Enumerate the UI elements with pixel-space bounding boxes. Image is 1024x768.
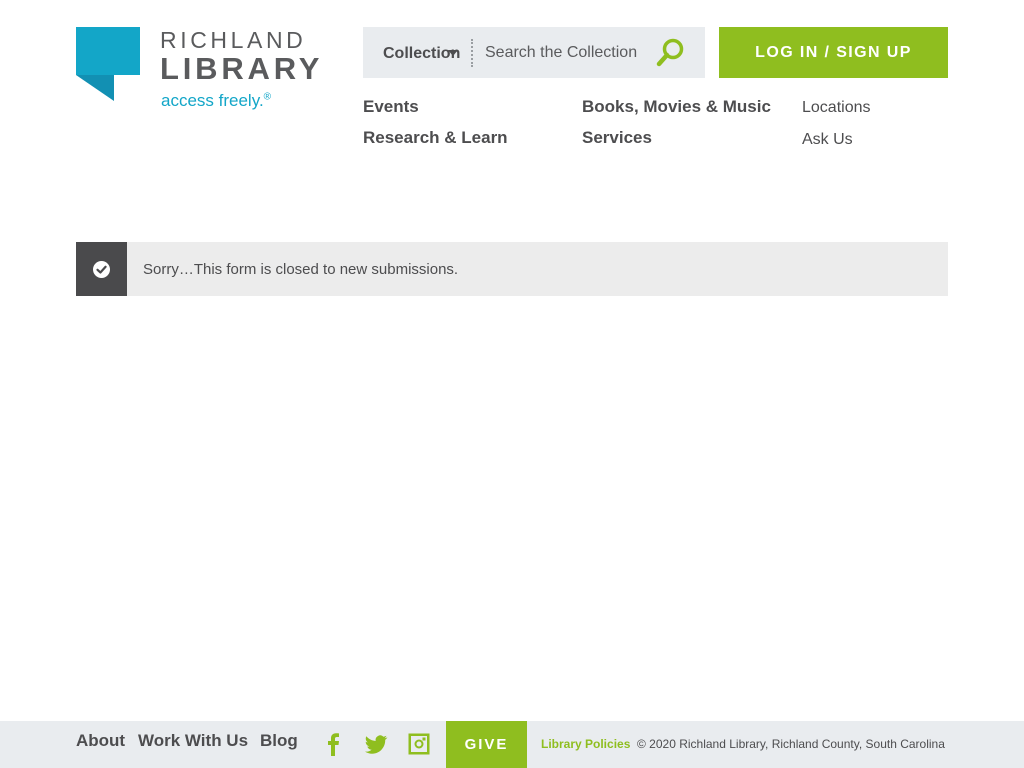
twitter-icon[interactable] xyxy=(364,732,388,756)
footer-link-work-with-us[interactable]: Work With Us xyxy=(138,721,248,761)
logo-mark-icon xyxy=(76,27,140,101)
form-closed-alert: Sorry…This form is closed to new submiss… xyxy=(76,242,948,296)
nav-item-research-learn[interactable]: Research & Learn xyxy=(363,128,508,148)
facebook-glyph xyxy=(328,733,339,756)
logo-tagline: access freely.® xyxy=(161,91,272,110)
search-icon xyxy=(656,38,684,67)
nav-item-services[interactable]: Services xyxy=(582,128,652,148)
logo-name-line1: RICHLAND xyxy=(160,27,307,53)
logo-name-line2: LIBRARY xyxy=(160,51,324,86)
alert-message: Sorry…This form is closed to new submiss… xyxy=(143,261,459,278)
nav-item-ask-us[interactable]: Ask Us xyxy=(802,131,853,149)
copyright-text: © 2020 Richland Library, Richland County… xyxy=(637,737,945,751)
give-button[interactable]: GIVE xyxy=(446,721,527,768)
site-logo[interactable]: RICHLAND LIBRARY access freely.® xyxy=(76,27,326,117)
instagram-glyph xyxy=(408,733,430,755)
check-circle-icon xyxy=(93,261,110,278)
login-signup-button[interactable]: LOG IN / SIGN UP xyxy=(719,27,948,78)
search-input[interactable] xyxy=(485,27,645,78)
instagram-icon[interactable] xyxy=(407,732,431,756)
search-divider xyxy=(471,39,473,67)
footer-link-library-policies[interactable]: Library Policies xyxy=(541,721,630,767)
footer-link-about[interactable]: About xyxy=(76,721,125,761)
nav-item-locations[interactable]: Locations xyxy=(802,99,871,117)
nav-item-events[interactable]: Events xyxy=(363,97,419,117)
facebook-icon[interactable] xyxy=(321,732,345,756)
site-footer: About Work With Us Blog GIVE Library Pol… xyxy=(0,721,1024,768)
footer-link-blog[interactable]: Blog xyxy=(260,721,298,761)
twitter-glyph xyxy=(365,735,388,754)
chevron-down-icon[interactable] xyxy=(448,50,458,56)
search-bar: Collection xyxy=(363,27,705,78)
search-button[interactable] xyxy=(653,37,687,69)
nav-item-books-movies-music[interactable]: Books, Movies & Music xyxy=(582,97,771,117)
alert-icon-box xyxy=(76,242,127,296)
